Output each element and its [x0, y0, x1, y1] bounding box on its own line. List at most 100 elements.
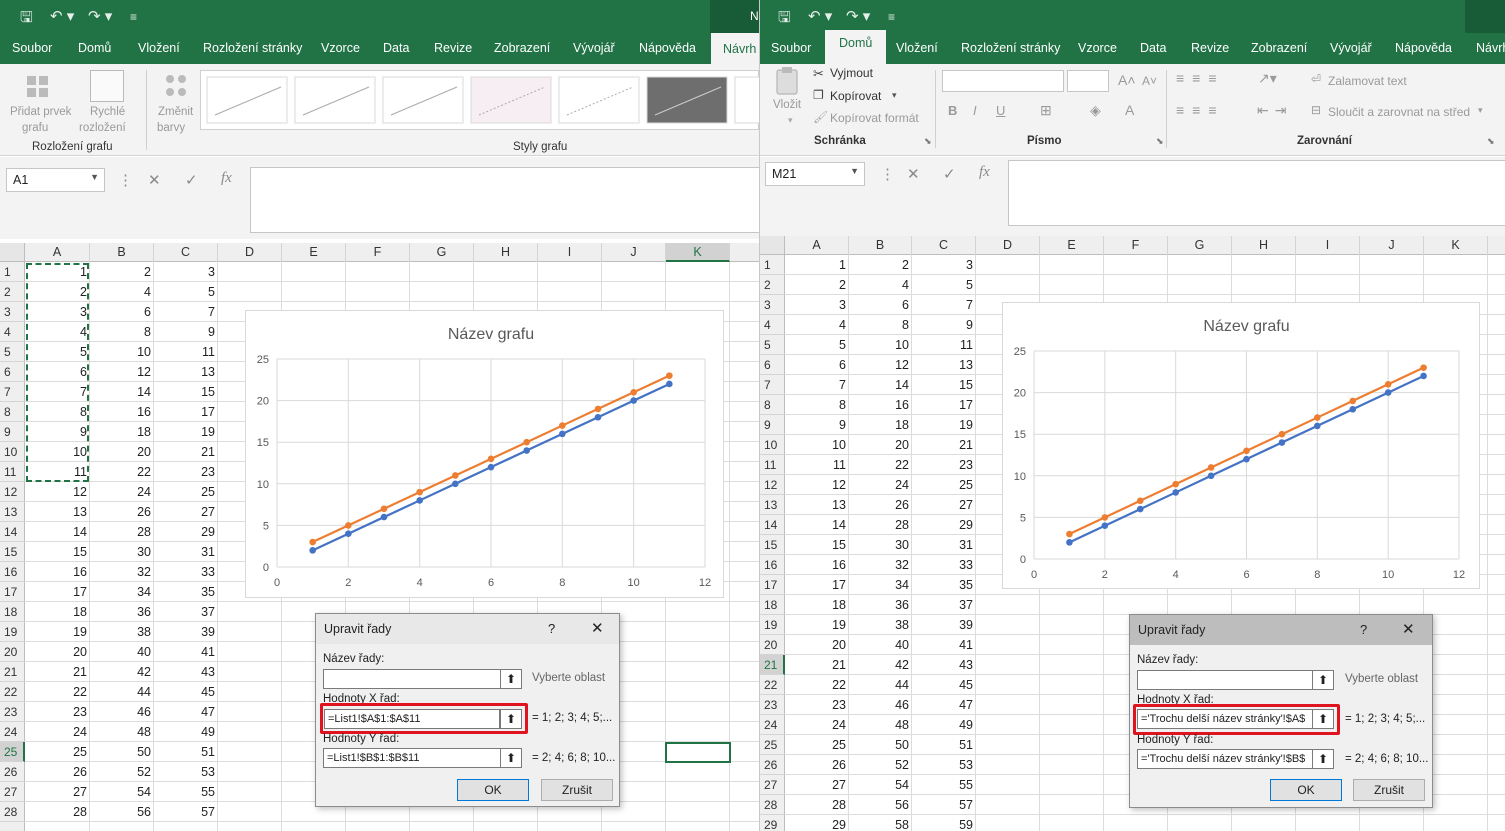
cell[interactable]: 9: [154, 322, 218, 342]
redo-icon[interactable]: ↷ ▾: [846, 7, 870, 25]
select-all-corner[interactable]: [0, 243, 25, 262]
cancel-button[interactable]: Zrušit: [1353, 779, 1425, 801]
row-header[interactable]: 24: [0, 722, 25, 742]
dialog-launcher-icon[interactable]: ⬊: [1156, 136, 1164, 147]
cell[interactable]: 27: [785, 775, 849, 795]
cell[interactable]: 56: [849, 795, 912, 815]
row-header[interactable]: 7: [0, 382, 25, 402]
cell[interactable]: 21: [154, 442, 218, 462]
cell[interactable]: 9: [785, 415, 849, 435]
cell[interactable]: 12: [90, 362, 154, 382]
row-header[interactable]: 22: [760, 675, 785, 695]
row-header[interactable]: 28: [760, 795, 785, 815]
collapse-dialog-icon[interactable]: ⬆: [1312, 749, 1334, 769]
chevron-down-icon[interactable]: ▼: [90, 172, 99, 182]
cell[interactable]: 5: [912, 275, 976, 295]
cell[interactable]: 25: [785, 735, 849, 755]
tab-1[interactable]: Domů: [825, 30, 887, 64]
tab-6[interactable]: Revize: [434, 41, 472, 55]
cell[interactable]: 22: [785, 675, 849, 695]
paste-label[interactable]: Vložit: [773, 99, 801, 111]
add-chart-element-label2[interactable]: grafu: [22, 122, 48, 134]
horizontal-align-icons[interactable]: ≡≡≡: [1176, 102, 1225, 118]
cell[interactable]: 35: [912, 575, 976, 595]
cell[interactable]: 10: [849, 335, 912, 355]
cell[interactable]: 10: [90, 342, 154, 362]
cell[interactable]: 3: [785, 295, 849, 315]
tab-8[interactable]: Vývojář: [573, 41, 615, 55]
cell[interactable]: 24: [90, 482, 154, 502]
cell[interactable]: 23: [785, 695, 849, 715]
insert-function-icon[interactable]: fx: [979, 164, 990, 181]
cell[interactable]: 26: [25, 762, 90, 782]
column-header-A[interactable]: A: [25, 243, 90, 262]
row-header[interactable]: 15: [760, 535, 785, 555]
cell[interactable]: 27: [154, 502, 218, 522]
cell[interactable]: 7: [785, 375, 849, 395]
cell[interactable]: 26: [785, 755, 849, 775]
cell[interactable]: 5: [785, 335, 849, 355]
cut-icon[interactable]: ✂: [813, 66, 824, 82]
cell[interactable]: 52: [90, 762, 154, 782]
row-header[interactable]: 5: [760, 335, 785, 355]
column-header-K[interactable]: K: [1424, 236, 1488, 255]
row-header[interactable]: 15: [0, 542, 25, 562]
cell[interactable]: 25: [154, 482, 218, 502]
qat-customize-icon[interactable]: ≡: [130, 10, 137, 24]
cell[interactable]: 19: [154, 422, 218, 442]
column-header-I[interactable]: I: [538, 243, 602, 262]
cell[interactable]: 28: [90, 522, 154, 542]
cell[interactable]: 7: [154, 302, 218, 322]
cell[interactable]: 25: [25, 742, 90, 762]
row-header[interactable]: 4: [0, 322, 25, 342]
tab-4[interactable]: Vzorce: [1078, 41, 1117, 55]
font-name-select[interactable]: [942, 70, 1064, 92]
save-icon[interactable]: 🖫: [20, 7, 33, 32]
cell[interactable]: 51: [154, 742, 218, 762]
cell[interactable]: 4: [90, 282, 154, 302]
tab-7[interactable]: Zobrazení: [1251, 41, 1307, 55]
cell[interactable]: 22: [849, 455, 912, 475]
cell[interactable]: 44: [90, 682, 154, 702]
copy-icon[interactable]: ❐: [813, 88, 824, 102]
column-header-C[interactable]: C: [154, 243, 218, 262]
font-size-select[interactable]: [1067, 70, 1109, 92]
cell[interactable]: 12: [785, 475, 849, 495]
cell[interactable]: 20: [90, 442, 154, 462]
cell[interactable]: 45: [912, 675, 976, 695]
enter-icon[interactable]: ✓: [943, 165, 956, 183]
row-header[interactable]: 11: [0, 462, 25, 482]
cell[interactable]: 13: [912, 355, 976, 375]
merge-center-icon[interactable]: ⊟: [1311, 103, 1321, 117]
row-header[interactable]: 17: [760, 575, 785, 595]
cell[interactable]: 14: [849, 375, 912, 395]
row-header[interactable]: 26: [760, 755, 785, 775]
cell[interactable]: 19: [785, 615, 849, 635]
save-icon[interactable]: 🖫: [778, 7, 791, 32]
row-header[interactable]: 29: [760, 815, 785, 831]
cell[interactable]: 18: [849, 415, 912, 435]
tab-5[interactable]: Data: [383, 41, 409, 55]
row-header[interactable]: 25: [760, 735, 785, 755]
cell[interactable]: 16: [849, 395, 912, 415]
row-header[interactable]: 12: [0, 482, 25, 502]
column-header-B[interactable]: B: [90, 243, 154, 262]
formula-input[interactable]: [1008, 160, 1505, 226]
cell[interactable]: 18: [90, 422, 154, 442]
cell[interactable]: 20: [785, 635, 849, 655]
row-header[interactable]: 5: [0, 342, 25, 362]
cell[interactable]: 14: [785, 515, 849, 535]
row-header[interactable]: 13: [760, 495, 785, 515]
row-header[interactable]: 7: [760, 375, 785, 395]
column-header-E[interactable]: E: [282, 243, 346, 262]
tab-2[interactable]: Vložení: [896, 41, 938, 55]
selected-cell[interactable]: [665, 742, 731, 763]
cell[interactable]: 6: [90, 302, 154, 322]
row-header[interactable]: 13: [0, 502, 25, 522]
name-box[interactable]: M21 ▼: [765, 162, 865, 186]
cell[interactable]: 20: [25, 642, 90, 662]
cell[interactable]: 46: [849, 695, 912, 715]
cell[interactable]: 50: [90, 742, 154, 762]
cell[interactable]: 32: [849, 555, 912, 575]
increase-font-icon[interactable]: A˄: [1118, 72, 1136, 88]
